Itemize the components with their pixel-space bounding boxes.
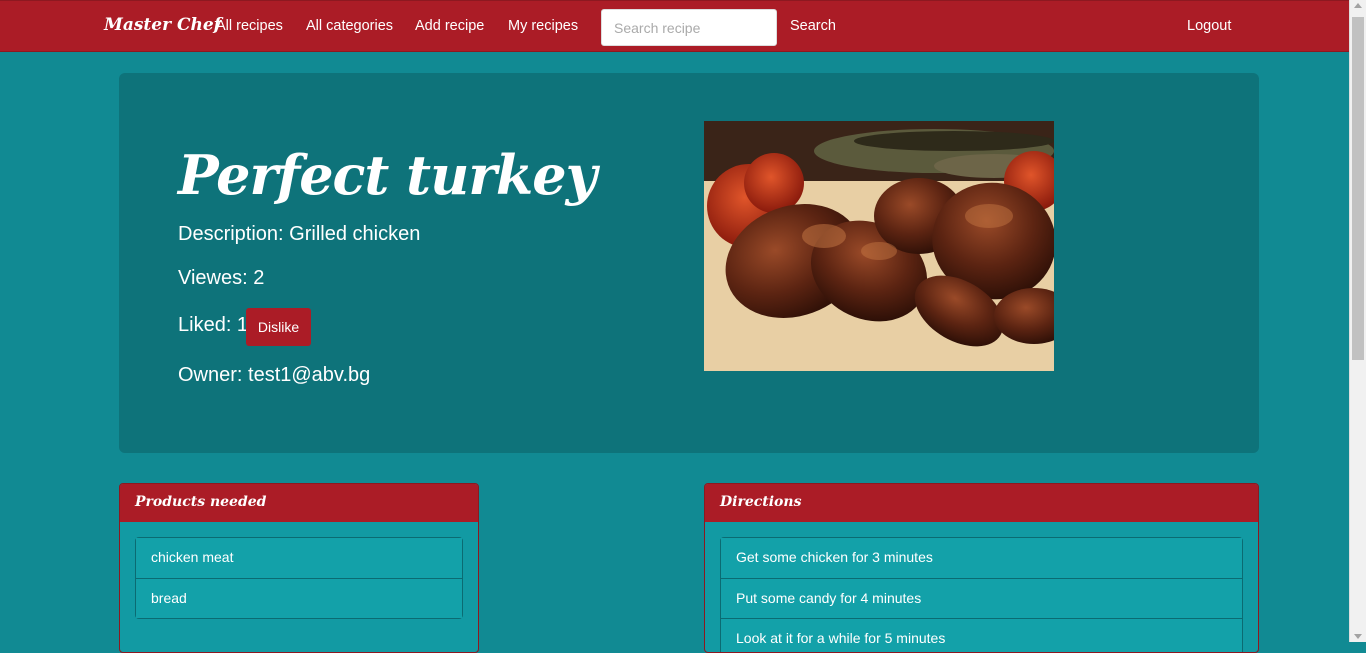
nav-all-recipes[interactable]: All recipes [216,18,283,34]
products-list: chicken meat bread [135,537,463,619]
brand-logo[interactable]: Master Chef [104,15,221,35]
directions-panel: Directions Get some chicken for 3 minute… [704,483,1259,653]
direction-item: Look at it for a while for 5 minutes [721,618,1242,652]
products-panel: Products needed chicken meat bread [119,483,479,653]
products-heading: Products needed [120,484,478,522]
search-input[interactable] [601,9,777,46]
direction-item: Get some chicken for 3 minutes [721,538,1242,578]
product-item: chicken meat [136,538,462,578]
recipe-liked-count: Liked: 1 [178,314,249,336]
scroll-thumb[interactable] [1352,17,1364,360]
scroll-down-arrow-icon[interactable] [1354,634,1362,639]
recipe-photo [704,121,1054,371]
recipe-views: Viewes: 2 [178,267,265,289]
recipe-owner: Owner: test1@abv.bg [178,364,371,386]
nav-all-categories[interactable]: All categories [306,18,393,34]
nav-add-recipe[interactable]: Add recipe [415,18,484,34]
direction-item: Put some candy for 4 minutes [721,578,1242,618]
nav-my-recipes[interactable]: My recipes [508,18,578,34]
scroll-up-arrow-icon[interactable] [1354,3,1362,8]
vertical-scrollbar[interactable] [1349,0,1366,642]
product-item: bread [136,578,462,618]
recipe-title: Perfect turkey [178,143,597,207]
directions-heading: Directions [705,484,1258,522]
top-navbar: Master Chef All recipes All categories A… [0,0,1349,52]
dislike-button[interactable]: Dislike [246,308,311,346]
directions-list: Get some chicken for 3 minutes Put some … [720,537,1243,652]
recipe-details-card: Perfect turkey Description: Grilled chic… [119,73,1259,453]
logout-button[interactable]: Logout [1187,18,1231,34]
search-button[interactable]: Search [790,18,836,34]
recipe-description: Description: Grilled chicken [178,223,421,245]
